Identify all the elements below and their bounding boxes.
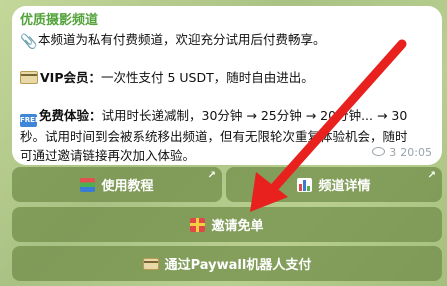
free-badge-icon: FREE <box>20 114 40 127</box>
message-bubble: 优质摄影频道 📎本频道为私有付费频道，欢迎充分试用后付费畅享。 VIP会员：一次… <box>12 6 442 165</box>
details-button-label: 频道详情 <box>318 179 371 194</box>
intro-line: 📎本频道为私有付费频道，欢迎充分试用后付费畅享。 <box>20 30 434 50</box>
invite-button-label: 邀请免单 <box>211 219 264 234</box>
details-button[interactable]: 频道详情 ↗ <box>226 167 442 202</box>
vip-label: VIP会员： <box>40 70 101 85</box>
tutorial-button[interactable]: 使用教程 ↗ <box>12 167 222 202</box>
invite-button[interactable]: 邀请免单 <box>12 207 442 242</box>
external-link-arrow-icon: ↗ <box>207 170 216 181</box>
message-meta: 3 20:05 <box>368 143 432 162</box>
credit-card-icon <box>20 71 38 84</box>
external-link-arrow-icon: ↗ <box>427 170 436 181</box>
gift-icon <box>190 217 206 232</box>
bar-chart-icon <box>297 177 313 192</box>
trial-label: 免费体验： <box>39 108 102 123</box>
tutorial-button-label: 使用教程 <box>101 179 154 194</box>
intro-text: 本频道为私有付费频道，欢迎充分试用后付费畅享。 <box>38 32 326 47</box>
paywall-button[interactable]: 通过Paywall机器人支付 <box>12 246 442 281</box>
trial-line: FREE免费体验：试用时长递减制，30分钟 → 25分钟 → 20分钟... →… <box>20 106 434 127</box>
eye-icon <box>372 147 386 156</box>
paperclip-icon: 📎 <box>20 34 38 50</box>
message-time: 20:05 <box>400 146 432 159</box>
paywall-button-label: 通过Paywall机器人支付 <box>164 258 312 273</box>
view-count: 3 <box>389 146 397 159</box>
vip-text: 一次性支付 5 USDT，随时自由进出。 <box>101 70 314 85</box>
credit-card-icon <box>142 257 159 270</box>
books-icon <box>80 177 96 192</box>
vip-line: VIP会员：一次性支付 5 USDT，随时自由进出。 <box>20 68 434 87</box>
trial-text-1: 试用时长递减制，30分钟 → 25分钟 → 20分钟... → 30 <box>101 108 408 123</box>
channel-title: 优质摄影频道 <box>20 13 99 28</box>
